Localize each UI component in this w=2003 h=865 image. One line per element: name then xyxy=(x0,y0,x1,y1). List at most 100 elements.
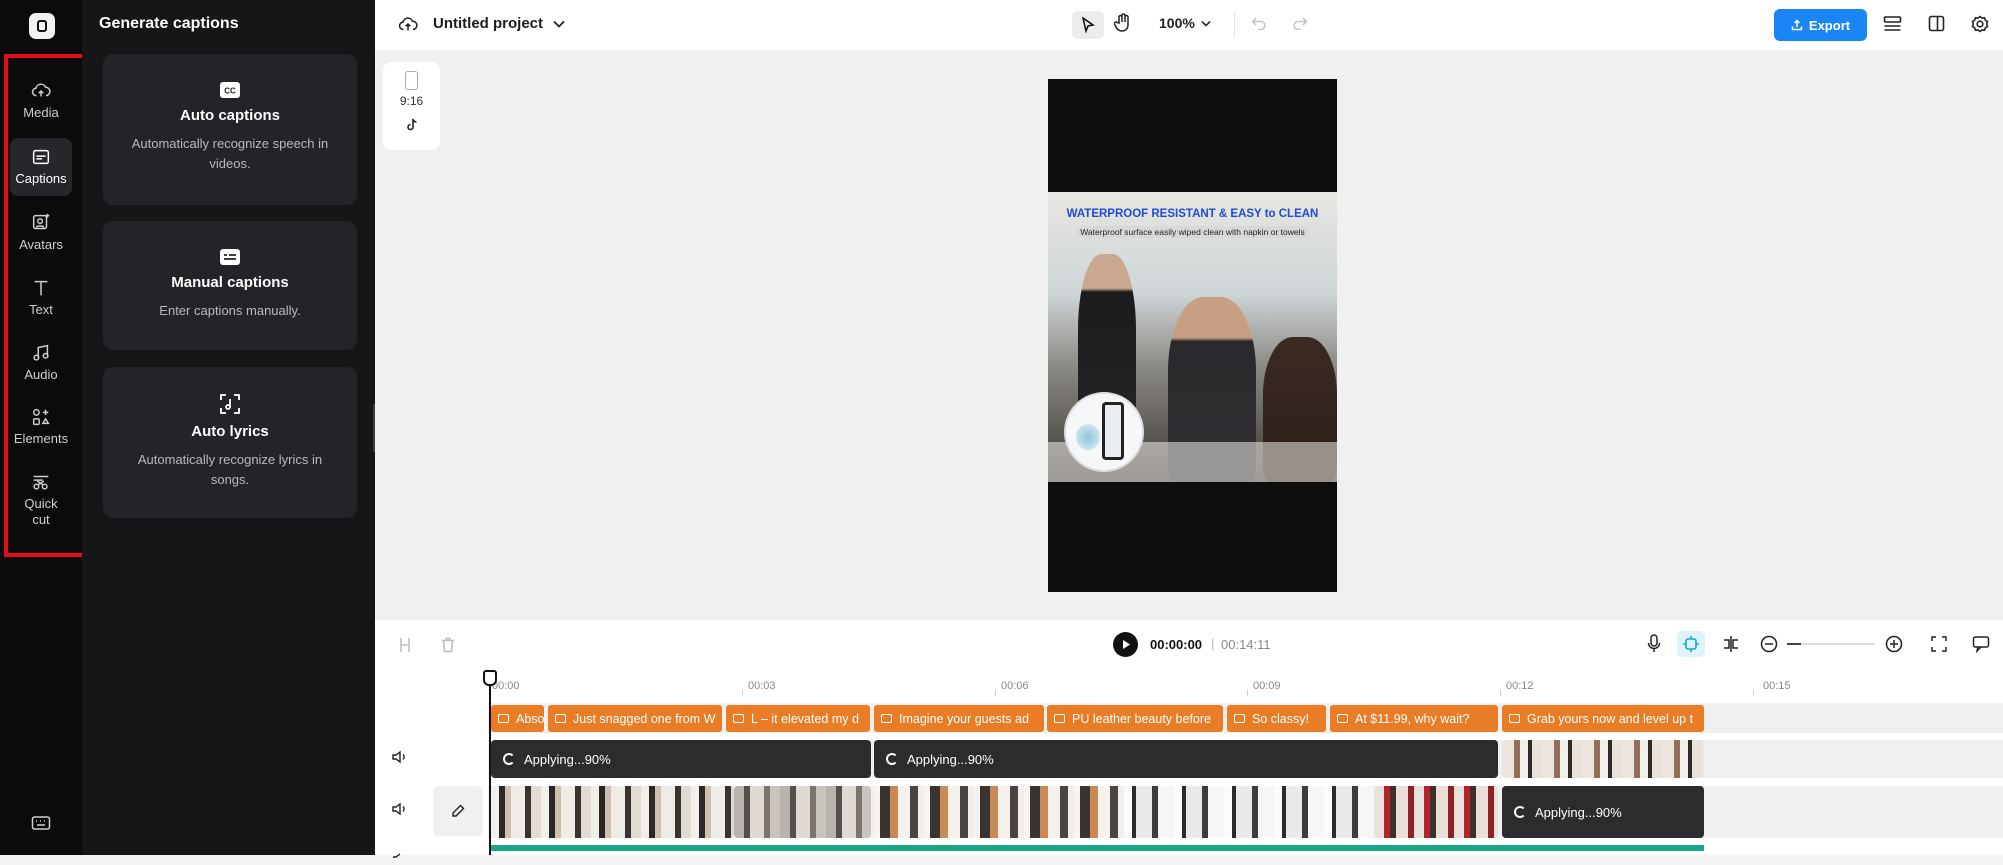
manual-captions-card[interactable]: Manual captions Enter captions manually. xyxy=(103,221,357,350)
auto-snap-toggle[interactable] xyxy=(1677,631,1705,657)
auto-lyrics-card[interactable]: Auto lyrics Automatically recognize lyri… xyxy=(103,367,357,518)
caption-clip[interactable]: Just snagged one from W xyxy=(548,705,722,732)
rail-item-label: Quick cut xyxy=(24,496,58,527)
loading-spinner-icon xyxy=(1514,806,1526,818)
timeline-zoom-slider[interactable] xyxy=(1787,643,1875,645)
undo-button[interactable] xyxy=(1251,16,1267,30)
pencil-icon xyxy=(452,804,465,817)
keyboard-caption-icon xyxy=(220,249,240,265)
ruler-tick xyxy=(995,690,996,696)
caption-text: Absolutely xyxy=(516,711,544,726)
card-title: Auto captions xyxy=(180,107,280,124)
video-clip-thumbnails[interactable] xyxy=(1374,786,1498,838)
rail-item-elements[interactable]: Elements xyxy=(10,406,72,447)
audio-clip-thumbnails[interactable] xyxy=(1502,740,1704,778)
rail-item-captions[interactable]: Captions xyxy=(10,138,72,196)
playhead[interactable] xyxy=(489,672,491,855)
chevron-down-icon xyxy=(553,20,565,28)
project-title-dropdown[interactable]: Untitled project xyxy=(433,15,565,32)
ruler-tick xyxy=(1247,690,1248,696)
caption-text: At $11.99, why wait? xyxy=(1355,711,1470,726)
fullscreen-icon[interactable] xyxy=(1931,636,1947,657)
time-separator: | xyxy=(1211,636,1215,651)
ruler-tick xyxy=(742,690,743,696)
caption-text: L – it elevated my d xyxy=(751,711,859,726)
track-volume-icon[interactable] xyxy=(392,847,408,865)
video-clip-thumbnails[interactable] xyxy=(1124,786,1374,838)
processing-clip[interactable]: Applying...90% xyxy=(874,740,1498,778)
scissors-icon xyxy=(33,475,49,490)
video-preview[interactable]: WATERPROOF RESISTANT & EASY to CLEAN Wat… xyxy=(1048,79,1337,592)
caption-text: So classy! xyxy=(1252,711,1309,726)
caption-clip[interactable]: At $11.99, why wait? xyxy=(1330,705,1498,732)
panel-title: Generate captions xyxy=(99,15,239,32)
keyboard-shortcuts-icon[interactable] xyxy=(31,815,51,836)
zoom-dropdown[interactable]: 100% xyxy=(1159,15,1211,31)
rail-item-text[interactable]: Text xyxy=(10,277,72,318)
caption-clip[interactable]: Grab yours now and level up t xyxy=(1502,705,1704,732)
ruler-label: 00:09 xyxy=(1253,680,1281,692)
rail-item-label: Avatars xyxy=(19,237,63,252)
video-headline: WATERPROOF RESISTANT & EASY to CLEAN xyxy=(1066,208,1319,220)
left-nav-rail: Media Captions Avatars Text Audio Elemen… xyxy=(0,0,82,855)
caption-clip[interactable]: PU leather beauty before xyxy=(1047,705,1223,732)
current-time: 00:00:00 xyxy=(1150,637,1203,652)
video-clip-thumbnails[interactable] xyxy=(491,786,734,838)
canvas-area: 9:16 WATERPROOF RESISTANT & EASY to CLEA… xyxy=(375,50,2003,620)
redo-button[interactable] xyxy=(1292,16,1308,30)
tiktok-icon xyxy=(406,118,417,131)
ruler-label: 00:06 xyxy=(1001,680,1029,692)
processing-clip[interactable]: Applying...90% xyxy=(491,740,871,778)
ruler-tick xyxy=(1500,690,1501,696)
card-title: Manual captions xyxy=(171,274,289,291)
split-clip-icon[interactable] xyxy=(398,637,412,658)
rail-item-audio[interactable]: Audio xyxy=(10,342,72,383)
undo-icon xyxy=(1251,17,1266,30)
aspect-ratio-selector[interactable]: 9:16 xyxy=(383,62,440,150)
caption-clip[interactable]: Imagine your guests ad xyxy=(874,705,1044,732)
video-clip-thumbnails[interactable] xyxy=(734,786,871,838)
rail-item-media[interactable]: Media xyxy=(10,80,72,121)
processing-clip[interactable]: Applying...90% xyxy=(1502,786,1704,838)
layers-button[interactable] xyxy=(1883,15,1902,33)
track-volume-icon[interactable] xyxy=(392,750,408,769)
track-volume-icon[interactable] xyxy=(392,802,408,821)
rail-item-label: Text xyxy=(29,302,53,317)
delete-icon[interactable] xyxy=(441,637,455,658)
cover-edit-button[interactable] xyxy=(433,786,483,836)
playhead-handle[interactable] xyxy=(483,670,497,686)
app-logo[interactable] xyxy=(29,13,55,39)
cloud-upload-icon xyxy=(31,83,51,97)
lyrics-icon xyxy=(220,394,240,414)
caption-clip[interactable]: L – it elevated my d xyxy=(726,705,870,732)
rail-item-quick-cut[interactable]: Quick cut xyxy=(10,471,72,528)
chevron-down-icon xyxy=(1201,20,1211,27)
cloud-save-icon[interactable] xyxy=(397,14,419,34)
zoom-slider-fill xyxy=(1787,643,1801,645)
video-frame-image: WATERPROOF RESISTANT & EASY to CLEAN Wat… xyxy=(1048,192,1337,482)
panel-layout-icon xyxy=(1928,15,1945,32)
divider xyxy=(1234,12,1235,38)
layers-icon xyxy=(1883,16,1902,31)
audio-waveform-track[interactable] xyxy=(491,845,1704,851)
split-view-icon[interactable] xyxy=(1722,635,1740,658)
select-tool-button[interactable] xyxy=(1072,11,1104,39)
feedback-icon[interactable] xyxy=(1972,635,1990,658)
split-layout-button[interactable] xyxy=(1928,15,1945,32)
caption-clip[interactable]: So classy! xyxy=(1227,705,1326,732)
processing-label: Applying...90% xyxy=(1535,804,1622,820)
play-button[interactable] xyxy=(1113,632,1138,657)
card-description: Automatically recognize speech in videos… xyxy=(131,136,329,171)
video-clip-thumbnails[interactable] xyxy=(874,786,1124,838)
zoom-out-icon[interactable] xyxy=(1760,635,1778,658)
caption-clip[interactable]: Absolutely xyxy=(491,705,544,732)
auto-captions-card[interactable]: CC Auto captions Automatically recognize… xyxy=(103,54,357,205)
ruler-label: 00:03 xyxy=(748,680,776,692)
export-button[interactable]: Export xyxy=(1774,9,1867,41)
hand-tool-button[interactable] xyxy=(1114,13,1132,33)
microphone-icon[interactable] xyxy=(1647,634,1661,658)
processing-label: Applying...90% xyxy=(524,751,611,767)
rail-item-avatars[interactable]: Avatars xyxy=(10,212,72,253)
zoom-in-icon[interactable] xyxy=(1885,635,1903,658)
settings-button[interactable] xyxy=(1971,15,1989,33)
